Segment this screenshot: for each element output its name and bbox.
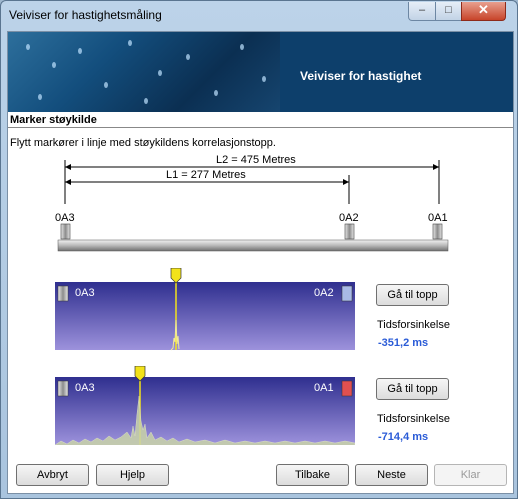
l1-arrow-left: [65, 179, 71, 185]
delay-marker-handle[interactable]: [170, 268, 182, 284]
l2-distance-label: L2 = 475 Metres: [216, 154, 296, 166]
goto-peak-button-2[interactable]: Gå til topp: [376, 378, 449, 400]
correlation-plot-2[interactable]: [55, 366, 355, 446]
logger-0a3-marker[interactable]: [60, 223, 71, 240]
left-logger-icon: [57, 285, 69, 302]
right-logger-icon: [341, 285, 353, 302]
time-delay-label-1: Tidsforsinkelse: [377, 319, 450, 331]
finish-button[interactable]: Klar: [434, 464, 507, 486]
l1-arrow-right: [343, 179, 349, 185]
plot-background: [55, 282, 355, 350]
logger-label-0a1: 0A1: [428, 212, 448, 224]
help-button[interactable]: Hjelp: [96, 464, 169, 486]
plot1-left-label: 0A3: [75, 287, 95, 299]
l2-arrow-left: [65, 164, 71, 170]
pipe: [57, 239, 449, 252]
window-title: Veiviser for hastighetsmåling: [9, 8, 162, 22]
logger-0a2-marker[interactable]: [344, 223, 355, 240]
time-delay-value-1: -351,2 ms: [378, 337, 429, 349]
plot1-right-label: 0A2: [314, 287, 334, 299]
correlation-plot-1[interactable]: [55, 268, 355, 352]
logger-label-0a3: 0A3: [55, 212, 75, 224]
title-bar[interactable]: Veiviser for hastighetsmåling – □ ✕: [1, 1, 517, 29]
back-button[interactable]: Tilbake: [276, 464, 349, 486]
time-delay-value-2: -714,4 ms: [378, 431, 429, 443]
minimize-button[interactable]: –: [408, 2, 436, 21]
l1-distance-label: L1 = 277 Metres: [166, 169, 246, 181]
l2-arrow-right: [433, 164, 439, 170]
plot-background: [55, 377, 355, 445]
maximize-button[interactable]: □: [435, 2, 462, 21]
logger-label-0a2: 0A2: [339, 212, 359, 224]
goto-peak-button-1[interactable]: Gå til topp: [376, 284, 449, 306]
wizard-window: Veiviser for hastighetsmåling – □ ✕ Veiv…: [0, 0, 518, 499]
close-button[interactable]: ✕: [461, 2, 506, 21]
plot2-left-label: 0A3: [75, 382, 95, 394]
next-button[interactable]: Neste: [355, 464, 428, 486]
cancel-button[interactable]: Avbryt: [16, 464, 89, 486]
plot2-right-label: 0A1: [314, 382, 334, 394]
logger-0a1-marker[interactable]: [432, 223, 443, 240]
time-delay-label-2: Tidsforsinkelse: [377, 413, 450, 425]
wizard-client-area: Veiviser for hastighet Marker støykilde …: [7, 31, 514, 494]
right-logger-icon: [341, 380, 353, 397]
left-logger-icon: [57, 380, 69, 397]
